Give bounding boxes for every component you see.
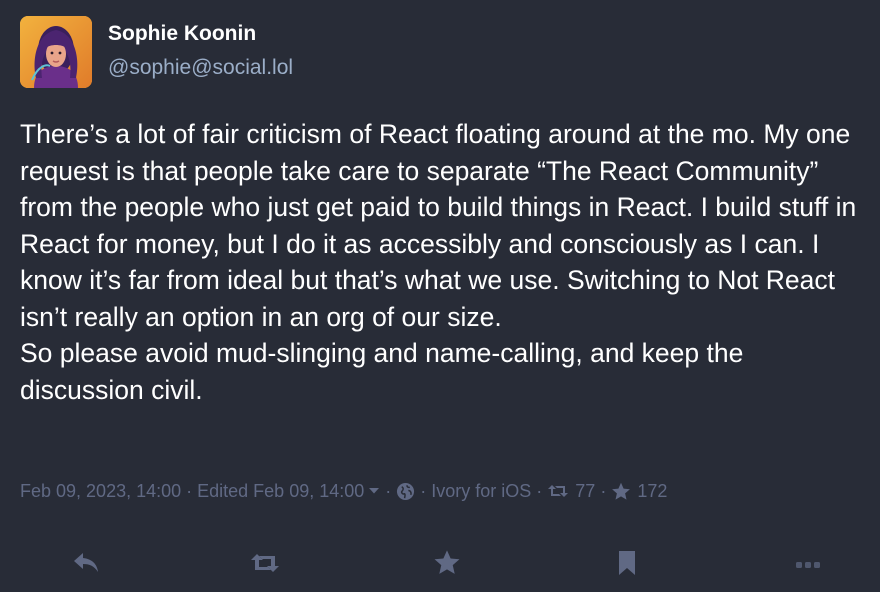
favourite-count-icon xyxy=(611,482,631,501)
reply-icon xyxy=(72,551,100,580)
application-name[interactable]: Ivory for iOS xyxy=(431,481,531,502)
status-meta: Feb 09, 2023, 14:00 · Edited Feb 09, 14:… xyxy=(20,479,667,503)
separator: · xyxy=(186,480,193,501)
favourite-button[interactable] xyxy=(432,550,462,580)
ellipsis-icon xyxy=(795,556,821,574)
author-display-name[interactable]: Sophie Koonin xyxy=(108,22,256,46)
status-paragraph: There’s a lot of fair criticism of React… xyxy=(20,119,864,332)
post-date[interactable]: Feb 09, 2023, 14:00 xyxy=(20,481,181,502)
edited-label[interactable]: Edited Feb 09, 14:00 xyxy=(197,481,364,502)
action-bar xyxy=(0,544,880,584)
avatar-illustration xyxy=(20,16,92,88)
status-card: Sophie Koonin @sophie@social.lol There’s… xyxy=(0,0,880,592)
boost-button[interactable] xyxy=(250,550,280,580)
separator: · xyxy=(600,480,607,501)
bookmark-button[interactable] xyxy=(612,550,642,580)
reply-button[interactable] xyxy=(71,550,101,580)
separator: · xyxy=(385,480,392,501)
boost-count-icon xyxy=(547,483,569,499)
avatar[interactable] xyxy=(20,16,92,88)
boost-icon xyxy=(250,552,280,579)
status-paragraph: So please avoid mud-slinging and name-ca… xyxy=(20,338,751,405)
separator: · xyxy=(536,480,543,501)
star-icon xyxy=(433,549,461,581)
chevron-down-icon[interactable] xyxy=(368,487,380,495)
boost-count[interactable]: 77 xyxy=(575,481,595,502)
status-content: There’s a lot of fair criticism of React… xyxy=(20,116,872,408)
more-button[interactable] xyxy=(793,550,823,580)
favourite-count[interactable]: 172 xyxy=(637,481,667,502)
globe-icon xyxy=(396,482,415,501)
author-handle[interactable]: @sophie@social.lol xyxy=(108,56,293,80)
separator: · xyxy=(420,480,427,501)
bookmark-icon xyxy=(617,550,637,581)
